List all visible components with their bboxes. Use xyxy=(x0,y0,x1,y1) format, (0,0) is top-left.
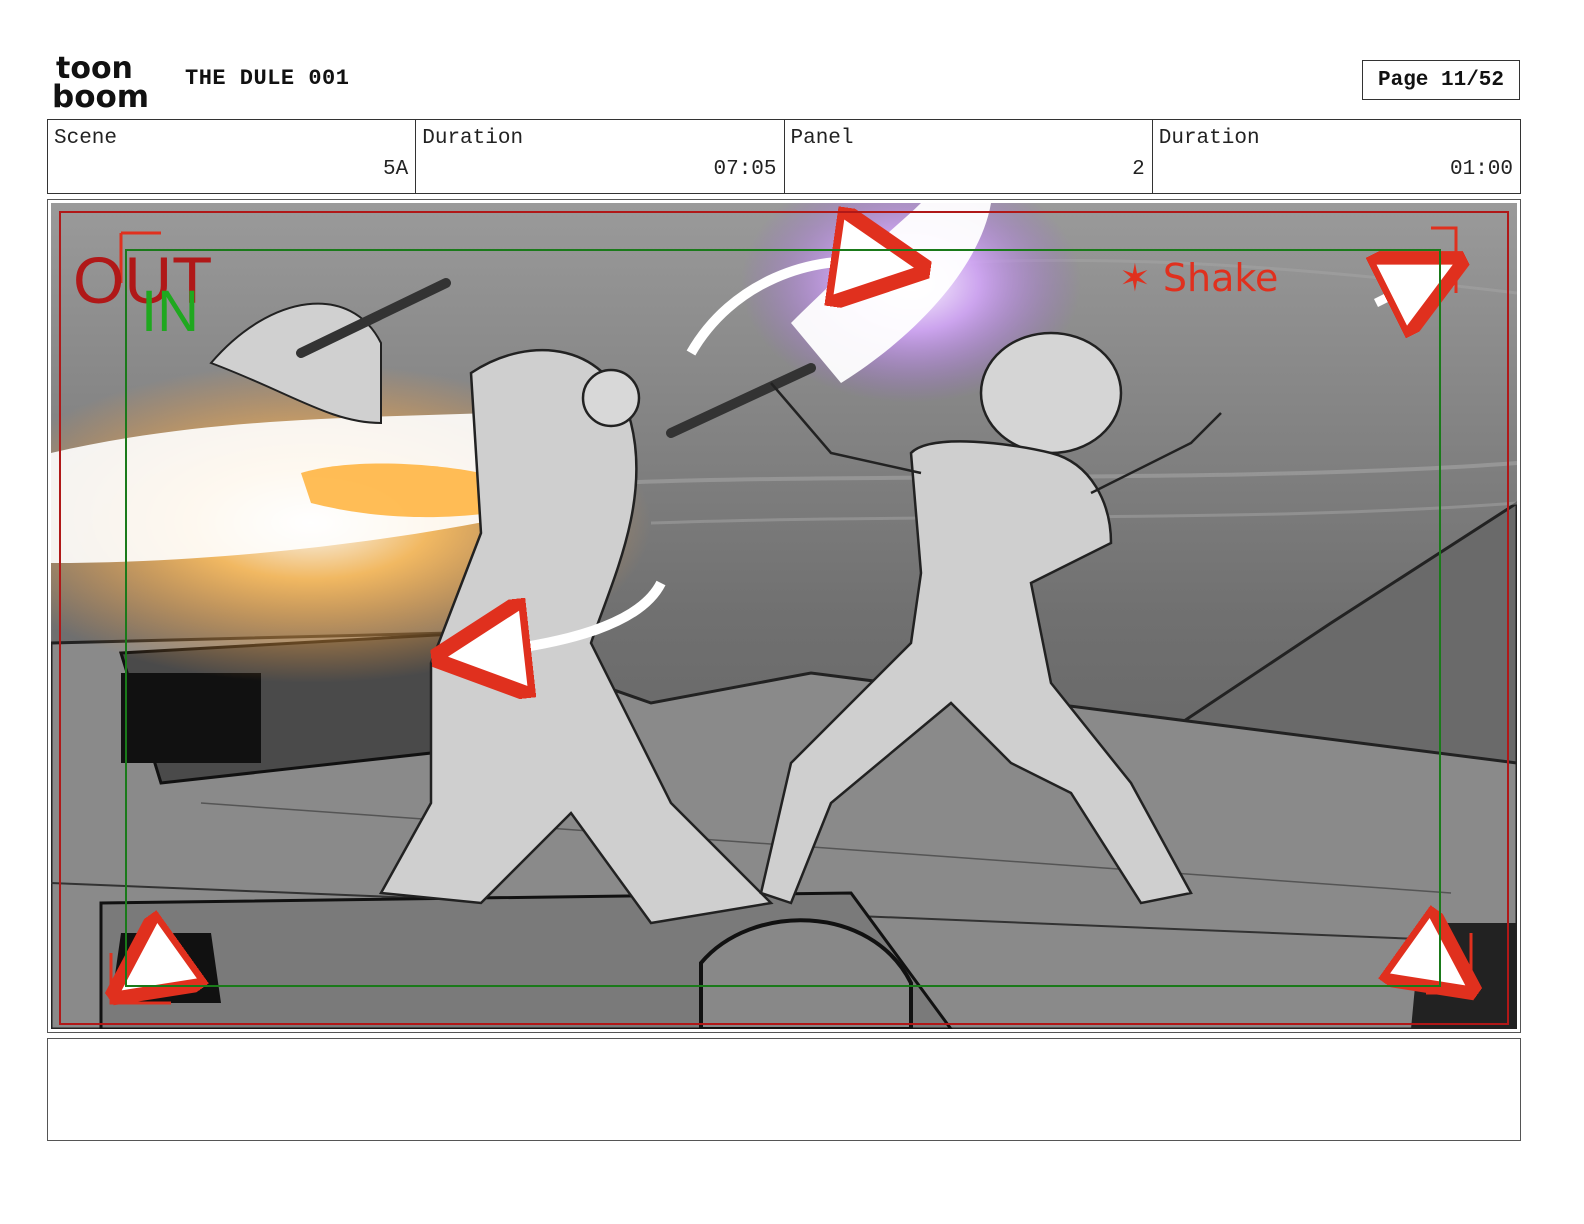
page-indicator: Page 11/52 xyxy=(1362,60,1520,100)
toonboom-logo: toon boom xyxy=(52,52,149,110)
panel-artwork: OUT IN ✶ Shake xyxy=(51,203,1517,1029)
document-title: THE DULE 001 xyxy=(185,66,350,91)
storyboard-panel[interactable]: OUT IN ✶ Shake xyxy=(47,199,1521,1033)
logo-line-2: boom xyxy=(52,79,149,110)
scene-cell: Scene 5A xyxy=(48,120,417,193)
panel-cell: Panel 2 xyxy=(785,120,1153,193)
scene-duration-value: 07:05 xyxy=(713,158,777,181)
scene-value: 5A xyxy=(383,158,409,181)
panel-duration-label: Duration xyxy=(1158,127,1260,150)
engine-intake-left xyxy=(121,673,261,763)
scene-duration-cell: Duration 07:05 xyxy=(416,120,785,193)
in-frame-label: IN xyxy=(141,279,199,344)
engine-pod-right xyxy=(1411,923,1517,1029)
scene-duration-label: Duration xyxy=(422,127,524,150)
panel-duration-cell: Duration 01:00 xyxy=(1153,120,1520,193)
engine-intake-front xyxy=(111,933,221,1003)
scene-info-table: Scene 5A Duration 07:05 Panel 2 Duration… xyxy=(47,119,1521,194)
panel-value: 2 xyxy=(1132,158,1145,181)
panel-notes[interactable] xyxy=(47,1038,1521,1141)
shake-note: ✶ Shake xyxy=(1119,256,1278,300)
panel-duration-value: 01:00 xyxy=(1449,158,1513,181)
panel-label: Panel xyxy=(790,127,854,150)
scene-label: Scene xyxy=(54,127,118,150)
